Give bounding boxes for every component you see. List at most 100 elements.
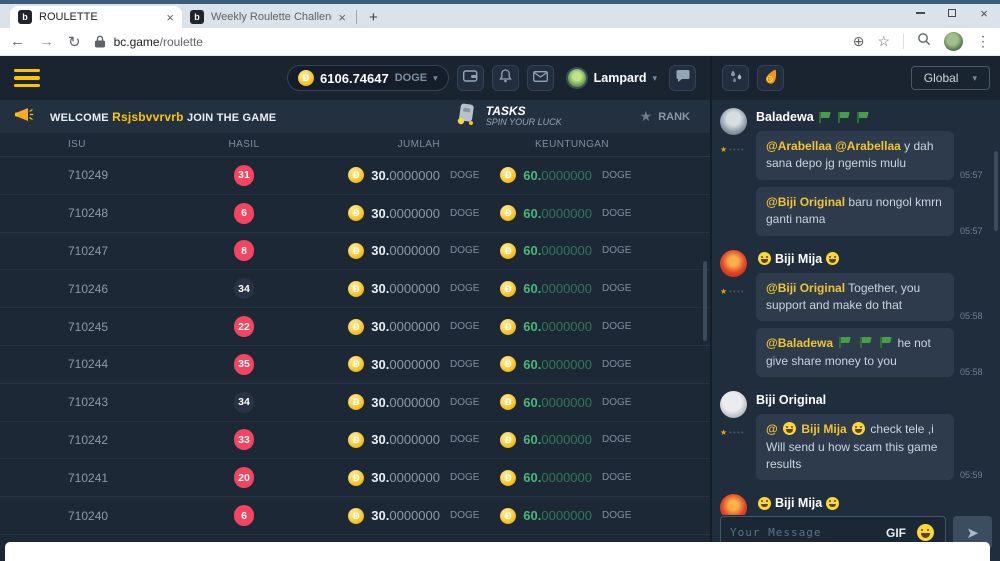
balance-selector[interactable]: Ð 6106.74647 DOGE ▾	[287, 65, 449, 91]
chat-bubble: @Biji Original baru nongol kmrn ganti na…	[756, 187, 954, 236]
message-time: 05:58	[960, 367, 983, 377]
svg-text:Ð: Ð	[768, 77, 772, 83]
tab-close-icon[interactable]: ×	[338, 10, 346, 25]
notifications-button[interactable]	[492, 65, 519, 91]
back-button[interactable]: ←	[10, 33, 25, 50]
tasks-widget[interactable]: TASKS SPIN YOUR LUCK	[454, 102, 562, 131]
profit-currency: DOGE	[602, 510, 648, 521]
doge-coin-icon: Ð	[500, 394, 516, 410]
user-menu[interactable]: Lampard ▾	[566, 67, 657, 89]
tab-title: ROULETTE	[39, 11, 160, 23]
doge-coin-icon: Ð	[500, 205, 516, 221]
chat-avatar[interactable]	[720, 494, 747, 515]
chat-avatar[interactable]	[720, 108, 747, 135]
doge-coin-icon: Ð	[348, 508, 364, 524]
minimize-button[interactable]	[904, 2, 936, 24]
chat-username[interactable]: Biji Mija	[756, 252, 992, 266]
table-row[interactable]: 7102478Ð30.0000000DOGEÐ60.0000000DOGE	[0, 233, 710, 271]
user-rating: ★••••	[720, 281, 747, 299]
bet-profit: Ð60.0000000	[496, 243, 592, 259]
chat-room-selector[interactable]: Global ▾	[911, 66, 990, 90]
chat-username[interactable]: Baladewa	[756, 110, 992, 124]
tab-weekly-challenge[interactable]: b Weekly Roulette Challenge - Win ×	[182, 6, 354, 28]
rain-drops-icon	[729, 69, 743, 88]
gif-button[interactable]: GIF	[886, 526, 906, 540]
chat-avatar[interactable]	[720, 250, 747, 277]
doge-coin-icon: Ð	[500, 281, 516, 297]
mention[interactable]: Biji Mija	[801, 422, 846, 436]
bet-issue: 710241	[68, 471, 198, 485]
mention[interactable]: @Arabellaa	[835, 139, 901, 153]
mention[interactable]: @	[766, 422, 778, 436]
chat-scrollbar[interactable]	[994, 151, 998, 231]
table-row[interactable]: 7102486Ð30.0000000DOGEÐ60.0000000DOGE	[0, 195, 710, 233]
profit-currency: DOGE	[602, 283, 648, 294]
wallet-button[interactable]	[457, 65, 484, 91]
doge-coin-icon: Ð	[348, 356, 364, 372]
table-row[interactable]: 71024634Ð30.0000000DOGEÐ60.0000000DOGE	[0, 270, 710, 308]
chat-input[interactable]	[730, 526, 877, 539]
table-row[interactable]: 7102406Ð30.0000000DOGEÐ60.0000000DOGE	[0, 497, 710, 535]
profit-currency: DOGE	[602, 397, 648, 408]
doge-coin-icon: Ð	[348, 205, 364, 221]
search-icon[interactable]	[917, 32, 931, 51]
bet-profit: Ð60.0000000	[496, 167, 592, 183]
bet-profit: Ð60.0000000	[496, 470, 592, 486]
doge-coin-icon: Ð	[500, 319, 516, 335]
rating-star-icon: ★	[720, 287, 727, 296]
zoom-page-icon[interactable]: ⊕	[853, 33, 865, 50]
menu-hamburger-icon[interactable]	[14, 69, 40, 88]
maximize-button[interactable]	[936, 2, 968, 24]
messages-button[interactable]	[527, 65, 554, 91]
reload-button[interactable]: ↻	[68, 33, 81, 51]
amount-currency: DOGE	[450, 208, 496, 219]
close-button[interactable]: ×	[968, 2, 1000, 24]
doge-coin-icon: Ð	[348, 319, 364, 335]
mention[interactable]: @Biji Original	[766, 281, 845, 295]
rank-widget[interactable]: ★ RANK	[640, 108, 690, 125]
table-row[interactable]: 71024233Ð30.0000000DOGEÐ60.0000000DOGE	[0, 422, 710, 460]
browser-profile-avatar[interactable]	[944, 32, 963, 51]
tab-separator	[356, 10, 357, 24]
main-scrollbar[interactable]	[703, 261, 707, 341]
emoji-picker-button[interactable]	[917, 524, 934, 541]
result-badge: 34	[234, 392, 254, 413]
rank-star-icon: ★	[640, 108, 653, 125]
tab-roulette[interactable]: b ROULETTE ×	[10, 6, 182, 28]
coin-drop-button[interactable]: Ð	[757, 65, 784, 91]
table-row[interactable]: 71024931Ð30.0000000DOGEÐ60.0000000DOGE	[0, 157, 710, 195]
chat-username[interactable]: Biji Mija	[756, 496, 992, 510]
mention[interactable]: @Biji Original	[766, 195, 845, 209]
table-row[interactable]: 71024120Ð30.0000000DOGEÐ60.0000000DOGE	[0, 459, 710, 497]
doge-coin-icon: Ð	[348, 243, 364, 259]
mention[interactable]: @Arabellaa	[766, 139, 832, 153]
table-row[interactable]: 71024435Ð30.0000000DOGEÐ60.0000000DOGE	[0, 346, 710, 384]
bookmark-star-icon[interactable]: ☆	[877, 33, 890, 50]
bet-amount: Ð30.0000000	[290, 508, 440, 524]
chat-username[interactable]: Biji Original	[756, 393, 992, 407]
browser-menu-icon[interactable]: ⋮	[976, 33, 990, 50]
site-content: Ð 6106.74647 DOGE ▾ Lampard ▾	[0, 56, 1000, 561]
amount-currency: DOGE	[450, 472, 496, 483]
address-bar[interactable]: bc.game/roulette	[114, 35, 203, 49]
result-badge: 33	[234, 429, 254, 450]
user-rating: ★••••	[720, 422, 747, 440]
bet-profit: Ð60.0000000	[496, 508, 592, 524]
table-row[interactable]: 71024334Ð30.0000000DOGEÐ60.0000000DOGE	[0, 384, 710, 422]
result-badge: 34	[234, 278, 254, 299]
rank-label: RANK	[658, 111, 690, 123]
rain-button[interactable]	[722, 65, 749, 91]
bet-profit: Ð60.0000000	[496, 281, 592, 297]
bet-amount: Ð30.0000000	[290, 470, 440, 486]
amount-currency: DOGE	[450, 359, 496, 370]
chat-toggle-button[interactable]	[669, 65, 696, 91]
tab-close-icon[interactable]: ×	[166, 10, 174, 25]
col-header-isu: ISU	[68, 139, 198, 150]
forward-button[interactable]: →	[39, 33, 54, 50]
table-row[interactable]: 71024522Ð30.0000000DOGEÐ60.0000000DOGE	[0, 308, 710, 346]
new-tab-button[interactable]: +	[363, 9, 384, 26]
mention[interactable]: @Baladewa	[766, 336, 833, 350]
chat-header: Ð Global ▾	[712, 56, 1000, 100]
chat-avatar[interactable]	[720, 391, 747, 418]
welcome-text: WELCOME Rsjsbvvrvrb JOIN THE GAME	[50, 110, 276, 124]
